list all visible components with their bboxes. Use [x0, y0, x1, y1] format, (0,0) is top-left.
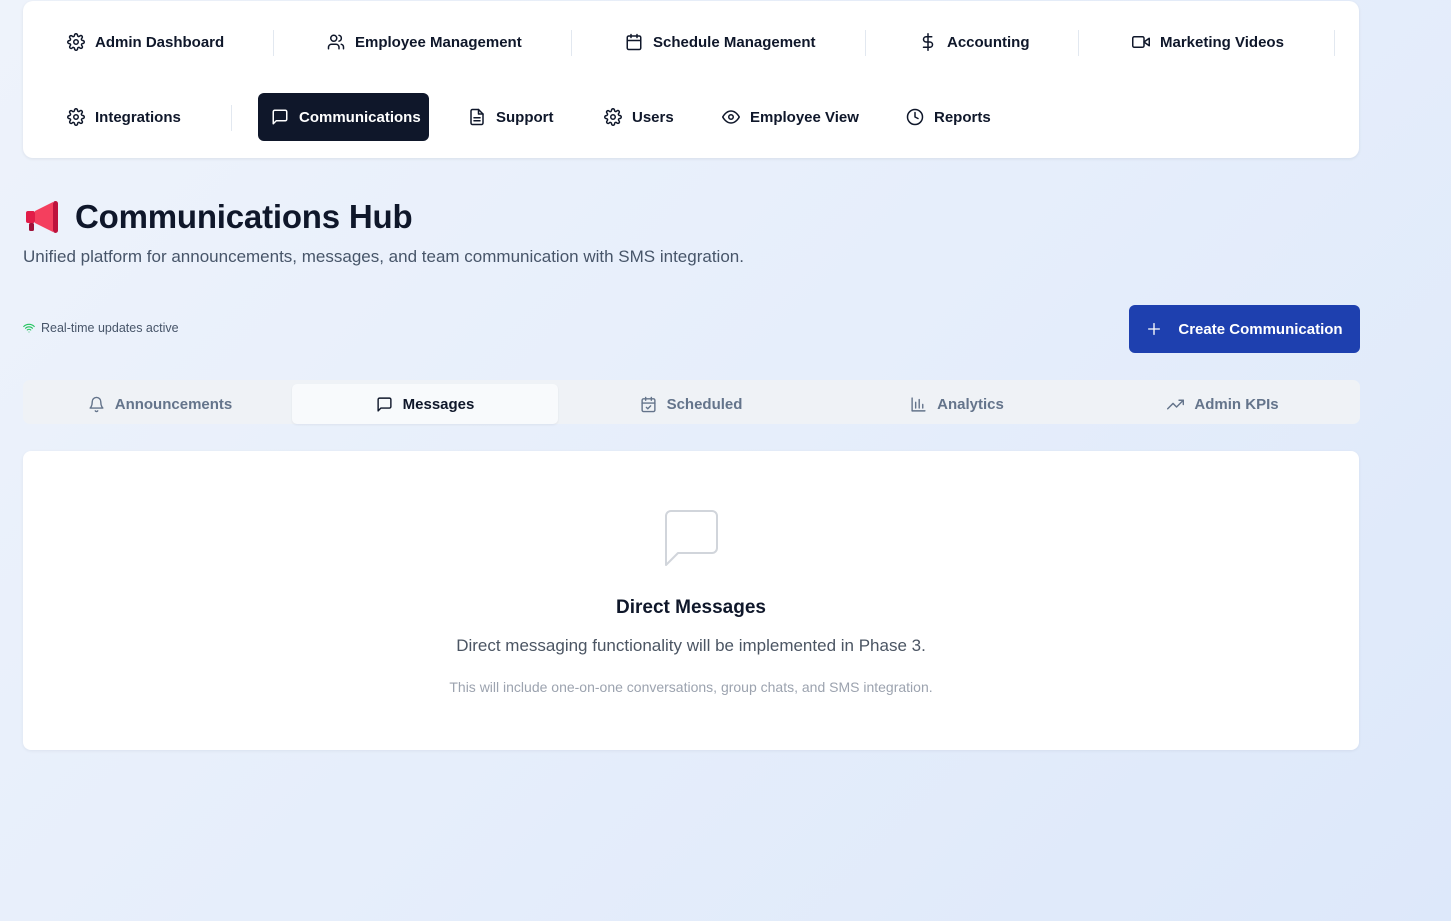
tab-announcements[interactable]: Announcements	[27, 384, 293, 424]
nav-item-marketing-videos[interactable]: Marketing Videos	[1119, 18, 1297, 66]
gear-icon	[67, 33, 85, 51]
messages-panel: Direct Messages Direct messaging functio…	[23, 451, 1359, 750]
nav-item-users[interactable]: Users	[591, 93, 687, 141]
nav-separator	[231, 105, 232, 131]
nav-item-admin-dashboard[interactable]: Admin Dashboard	[54, 18, 237, 66]
nav-item-label: Accounting	[947, 33, 1030, 51]
tab-admin-kpis[interactable]: Admin KPIs	[1090, 384, 1356, 424]
message-square-icon	[377, 396, 392, 412]
realtime-status: Real-time updates active	[23, 321, 179, 335]
tab-label: Analytics	[937, 395, 1004, 413]
wifi-icon	[23, 323, 35, 333]
eye-icon	[722, 110, 740, 124]
bell-icon	[89, 396, 104, 412]
empty-state-title: Direct Messages	[616, 597, 766, 618]
video-icon	[1132, 36, 1150, 48]
dollar-icon	[922, 33, 934, 51]
nav-separator	[865, 30, 866, 56]
nav-item-employee-view[interactable]: Employee View	[709, 93, 872, 141]
empty-state-icon	[659, 507, 723, 571]
tab-label: Announcements	[114, 395, 233, 413]
realtime-status-text: Real-time updates active	[41, 321, 179, 335]
tab-scheduled[interactable]: Scheduled	[558, 384, 824, 424]
gear-icon	[604, 108, 622, 126]
page-header: Communications Hub	[23, 196, 413, 238]
nav-item-employee-management[interactable]: Employee Management	[314, 18, 535, 66]
bar-chart-icon	[911, 396, 926, 412]
nav-item-communications[interactable]: Communications	[258, 93, 429, 141]
page-title: Communications Hub	[75, 198, 413, 235]
nav-item-schedule-management[interactable]: Schedule Management	[612, 18, 829, 66]
file-text-icon	[470, 108, 484, 126]
nav-item-label: Communications	[299, 108, 421, 126]
nav-item-label: Marketing Videos	[1160, 33, 1284, 51]
nav-separator	[1334, 30, 1335, 56]
gear-icon	[67, 108, 85, 126]
nav-item-label: Integrations	[95, 108, 181, 126]
empty-state-note: This will include one-on-one conversatio…	[449, 679, 933, 695]
tab-label: Messages	[402, 395, 475, 413]
tab-analytics[interactable]: Analytics	[824, 384, 1090, 424]
main-navigation: Admin Dashboard Employee Management Sche…	[23, 1, 1359, 158]
nav-item-label: Support	[496, 108, 554, 126]
create-communication-label: Create Communication	[1178, 320, 1343, 338]
nav-item-label: Employee View	[750, 108, 859, 126]
empty-state-description: Direct messaging functionality will be i…	[456, 636, 926, 655]
nav-item-label: Schedule Management	[653, 33, 816, 51]
nav-item-accounting[interactable]: Accounting	[906, 18, 1043, 66]
calendar-check-icon	[640, 396, 656, 412]
megaphone-icon	[26, 201, 58, 233]
nav-separator	[273, 30, 274, 56]
tab-messages[interactable]: Messages	[292, 384, 558, 424]
nav-item-label: Admin Dashboard	[95, 33, 225, 51]
page-subtitle: Unified platform for announcements, mess…	[23, 247, 744, 266]
nav-separator	[571, 30, 572, 56]
nav-item-reports[interactable]: Reports	[893, 93, 1004, 141]
clock-icon	[906, 108, 924, 126]
create-communication-button[interactable]: Create Communication	[1129, 305, 1360, 353]
nav-item-support[interactable]: Support	[455, 93, 567, 141]
tab-label: Scheduled	[666, 395, 743, 413]
nav-separator	[1078, 30, 1079, 56]
nav-item-integrations[interactable]: Integrations	[54, 93, 194, 141]
communications-tabs: Announcements Messages Scheduled Analyti…	[23, 380, 1360, 424]
trending-up-icon	[1167, 399, 1185, 409]
nav-item-label: Users	[632, 108, 674, 126]
tab-label: Admin KPIs	[1194, 395, 1279, 413]
nav-item-label: Employee Management	[355, 33, 522, 51]
nav-item-label: Reports	[934, 108, 991, 126]
message-square-icon	[665, 510, 718, 566]
message-square-icon	[272, 109, 288, 125]
plus-icon	[1148, 323, 1161, 335]
users-icon	[327, 34, 345, 50]
calendar-icon	[626, 33, 642, 51]
